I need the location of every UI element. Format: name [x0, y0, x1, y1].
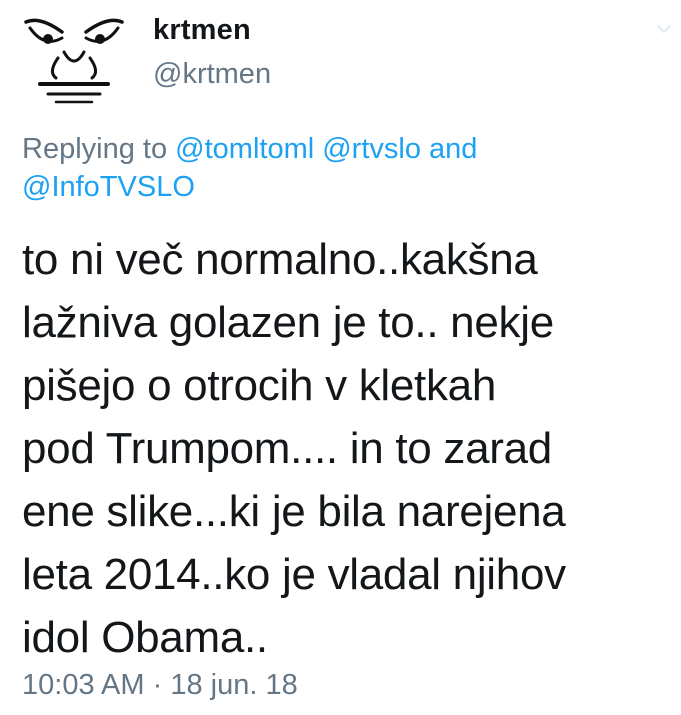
- tweet-header: krtmen @krtmen: [0, 0, 681, 120]
- tweet-text-line: pišejo o otrocih v kletkah: [22, 361, 497, 410]
- chevron-down-icon[interactable]: [653, 18, 675, 40]
- tweet-text: to ni več normalno..kakšna lažniva golaz…: [22, 228, 672, 669]
- tweet-text-line: to ni več normalno..kakšna: [22, 235, 538, 284]
- tweet-card: krtmen @krtmen Replying to @tomltoml @rt…: [0, 0, 681, 715]
- replying-to-label: Replying to: [22, 133, 168, 165]
- tweet-text-line: leta 2014..ko je vladal njihov: [22, 550, 566, 599]
- mention-link[interactable]: @rtvslo: [322, 133, 421, 165]
- tweet-timestamp[interactable]: 10:03 AM · 18 jun. 18: [22, 666, 298, 704]
- author-handle[interactable]: @krtmen: [153, 54, 271, 94]
- tweet-text-line: ene slike...ki je bila narejena: [22, 487, 566, 536]
- tweet-time[interactable]: 10:03 AM: [22, 669, 145, 701]
- author-display-name[interactable]: krtmen: [153, 10, 271, 50]
- tweet-date[interactable]: 18 jun. 18: [170, 669, 297, 701]
- tweet-text-line: pod Trumpom.... in to zarad: [22, 424, 552, 473]
- mention-link[interactable]: @tomltoml: [175, 133, 314, 165]
- tweet-text-line: idol Obama..: [22, 613, 268, 662]
- angry-face-drawing-icon[interactable]: [18, 8, 130, 108]
- mention-conjunction[interactable]: and: [429, 133, 477, 165]
- author-names[interactable]: krtmen @krtmen: [153, 10, 271, 94]
- timestamp-separator: ·: [152, 669, 163, 701]
- replying-to-line: Replying to @tomltoml @rtvslo and @InfoT…: [22, 130, 662, 206]
- tweet-text-line: lažniva golazen je to.. nekje: [22, 298, 554, 347]
- mention-link[interactable]: @InfoTVSLO: [22, 171, 195, 203]
